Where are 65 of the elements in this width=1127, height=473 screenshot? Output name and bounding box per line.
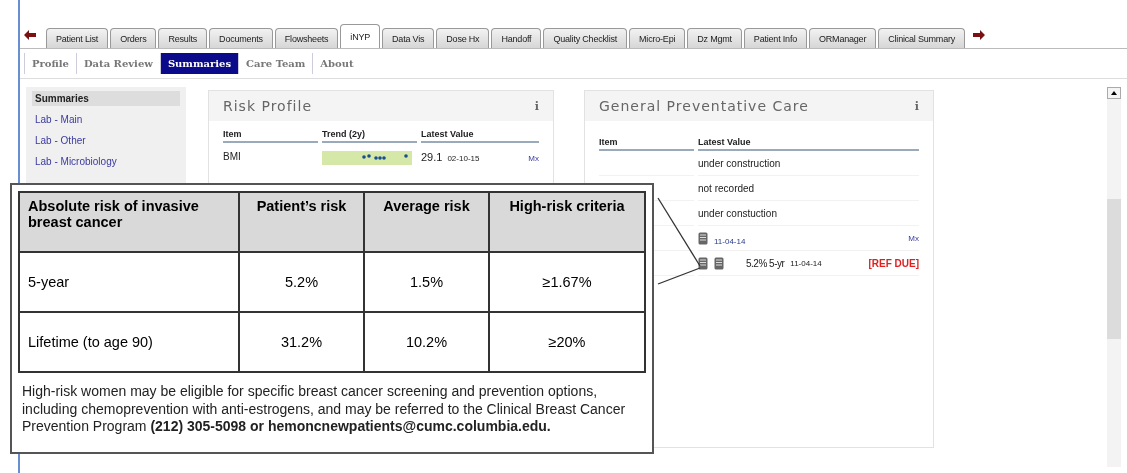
column-header: High-risk criteria [489,192,645,252]
column-header: Item [223,129,318,143]
column-header: Trend (2y) [322,129,417,143]
risk-value: 5.2% 5-yr [746,257,785,269]
tab[interactable]: Documents [209,28,273,48]
tab[interactable]: ORManager [809,28,877,48]
tab[interactable]: Results [158,28,208,48]
back-arrow-icon[interactable] [24,30,36,40]
tab[interactable]: Quality Checklist [543,28,628,48]
table-cell: 10.2% [364,312,489,372]
table-cell: 5.2% [239,252,364,312]
sidebar-item[interactable]: Lab - Microbiology [32,154,180,169]
history-link[interactable]: Mx [528,154,539,163]
sidebar-item[interactable]: Lab - Main [32,112,180,127]
panel-title: Risk Profile [223,98,312,114]
latest-value: 29.1 [421,151,443,163]
scroll-up-icon[interactable] [1107,87,1121,99]
table-cell: under construction [698,157,781,169]
column-header: Latest Value [421,129,539,143]
date-text: 02-10-15 [447,154,480,163]
sidebar-item[interactable]: Summaries [32,91,180,106]
document-icon[interactable] [714,256,724,270]
document-icon[interactable] [698,256,708,270]
panel-title: General Preventative Care [599,98,809,114]
sidebar-item[interactable]: Lab - Other [32,133,180,148]
table-cell: 31.2% [239,312,364,372]
table-cell: ≥1.67% [489,252,645,312]
sub-tab[interactable]: Profile [24,53,76,74]
table-cell: Lifetime (to age 90) [19,312,239,372]
sub-tab[interactable]: Care Team [238,53,313,74]
tab[interactable]: Patient List [46,28,109,48]
document-icon[interactable] [698,231,708,245]
referral-status-text: [REF DUE] [868,257,919,269]
sub-tab[interactable]: Data Review [75,53,160,74]
tab[interactable]: Dz Mgmt [687,28,742,48]
table-cell: under constuction [698,207,777,219]
tab[interactable]: Micro-Epi [629,28,686,48]
scrollbar[interactable] [1107,87,1121,467]
tab[interactable]: Dose Hx [436,28,490,48]
table-cell: 1.5% [364,252,489,312]
column-header: Item [599,137,694,151]
tab[interactable]: Patient Info [743,28,807,48]
history-link[interactable]: Mx [908,233,919,243]
tab[interactable]: Data Vis [382,28,435,48]
note-text: High-risk women may be eligible for specific breast cancer screening and prevention options, including chemoprevention with anti-estrogens, and may be referred to the Clinical Breast Cancer Prevention Program (212) 305-5098 or hemoncnewpatients@cumc.columbia.edu. [22,383,627,436]
column-header: Absolute risk of invasive breast cancer [19,192,239,252]
table-cell: 5-year [19,252,239,312]
tab[interactable]: iNYP [340,24,381,48]
date-text: 11-04-14 [714,236,746,246]
sub-tab[interactable]: Summaries [159,53,239,74]
column-header: Average risk [364,192,489,252]
date-text: 11-04-14 [790,258,822,268]
sub-tab[interactable]: About [312,53,361,74]
info-icon[interactable]: i [914,99,919,113]
table-cell-text: BMI [223,151,242,164]
tab[interactable]: Handoff [491,28,542,48]
column-header: Patient’s risk [239,192,364,252]
forward-arrow-icon[interactable] [973,30,986,40]
table-cell: not recorded [698,182,755,194]
tab[interactable]: Orders [110,28,157,48]
tab[interactable]: Flowsheets [274,28,339,48]
tab[interactable]: Clinical Summary [878,28,966,48]
info-icon[interactable]: i [534,99,539,113]
column-header: Latest Value [698,137,919,151]
table-cell: ≥20% [489,312,645,372]
